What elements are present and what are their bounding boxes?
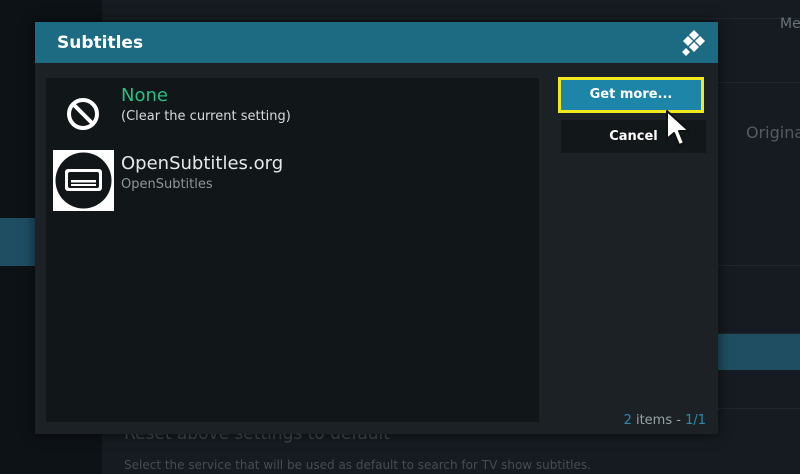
list-item-opensubtitles[interactable]: OpenSubtitles.org OpenSubtitles bbox=[46, 146, 539, 210]
dialog-header: Subtitles bbox=[35, 22, 718, 63]
background-setting-description: Select the service that will be used as … bbox=[124, 458, 591, 472]
list-item-sublabel: OpenSubtitles bbox=[121, 177, 213, 192]
background-divider bbox=[102, 18, 800, 19]
items-count-label: items - bbox=[631, 413, 686, 428]
dialog-title: Subtitles bbox=[57, 33, 144, 53]
mouse-cursor-icon bbox=[666, 110, 690, 146]
block-icon bbox=[67, 98, 99, 130]
list-item-sublabel: (Clear the current setting) bbox=[121, 109, 291, 124]
page-indicator: 1/1 bbox=[685, 413, 706, 428]
list-item-label: None bbox=[121, 85, 168, 106]
kodi-logo-icon bbox=[682, 30, 705, 56]
list-item-none[interactable]: None (Clear the current setting) bbox=[46, 78, 539, 142]
background-setting-text: Me bbox=[780, 16, 800, 32]
list-item-label: OpenSubtitles.org bbox=[121, 153, 284, 174]
background-setting-value: Origina bbox=[746, 123, 800, 142]
opensubtitles-logo-icon bbox=[55, 152, 112, 209]
background-selected-category bbox=[0, 218, 35, 266]
items-count-number: 2 bbox=[623, 413, 632, 428]
addon-list: None (Clear the current setting) OpenSub… bbox=[46, 78, 539, 422]
background-selected-setting bbox=[718, 334, 800, 370]
subtitles-dialog: Subtitles None (Clear the current settin… bbox=[35, 22, 718, 434]
items-count: 2 items - 1/1 bbox=[624, 413, 706, 428]
opensubtitles-icon bbox=[53, 150, 114, 211]
